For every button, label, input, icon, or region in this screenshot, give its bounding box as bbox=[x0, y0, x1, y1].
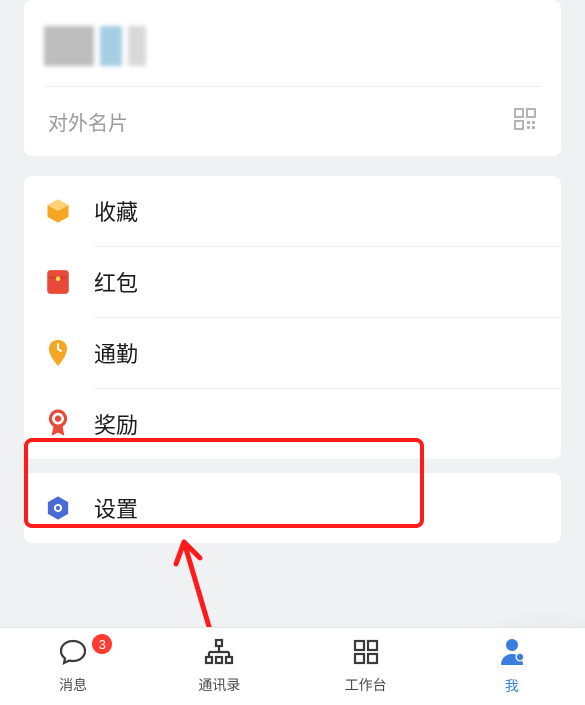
tab-label: 消息 bbox=[59, 675, 87, 695]
badge: 3 bbox=[92, 634, 112, 654]
tab-contacts[interactable]: 通讯录 bbox=[146, 628, 292, 705]
award-icon bbox=[44, 410, 72, 438]
contacts-icon bbox=[204, 638, 234, 671]
tab-workbench[interactable]: 工作台 bbox=[293, 628, 439, 705]
tab-me[interactable]: 我 bbox=[439, 628, 585, 705]
menu-label: 通勤 bbox=[94, 337, 138, 369]
profile-card: 对外名片 bbox=[24, 0, 561, 156]
menu-label: 红包 bbox=[94, 266, 138, 298]
menu-label: 奖励 bbox=[94, 408, 138, 440]
menu-item-redpacket[interactable]: 红包 bbox=[44, 247, 561, 317]
workbench-icon bbox=[352, 638, 380, 671]
menu-label: 设置 bbox=[94, 492, 138, 524]
tabbar: 3 消息 通讯录 工作台 我 bbox=[0, 627, 585, 705]
tab-label: 我 bbox=[505, 676, 519, 696]
menu-label: 收藏 bbox=[94, 195, 138, 227]
settings-card: 设置 bbox=[24, 473, 561, 543]
chat-icon bbox=[58, 638, 88, 671]
profile-avatar-area[interactable] bbox=[44, 20, 541, 86]
qr-code-icon bbox=[513, 107, 537, 136]
tab-label: 通讯录 bbox=[198, 675, 240, 695]
avatar-blur bbox=[128, 26, 146, 66]
avatar-blur bbox=[44, 26, 94, 66]
menu-list: 收藏 红包 通勤 奖励 bbox=[24, 176, 561, 459]
commute-icon bbox=[44, 339, 72, 367]
red-packet-icon bbox=[44, 268, 72, 296]
external-card-label: 对外名片 bbox=[48, 107, 128, 136]
menu-item-commute[interactable]: 通勤 bbox=[44, 318, 561, 388]
profile-icon bbox=[499, 637, 525, 672]
menu-item-award[interactable]: 奖励 bbox=[44, 389, 561, 459]
avatar-blur bbox=[100, 26, 122, 66]
tab-messages[interactable]: 3 消息 bbox=[0, 628, 146, 705]
menu-item-favorites[interactable]: 收藏 bbox=[44, 176, 561, 246]
external-card-row[interactable]: 对外名片 bbox=[44, 87, 541, 156]
box-icon bbox=[44, 197, 72, 225]
menu-item-settings[interactable]: 设置 bbox=[44, 473, 561, 543]
tab-label: 工作台 bbox=[345, 675, 387, 695]
gear-icon bbox=[44, 494, 72, 522]
